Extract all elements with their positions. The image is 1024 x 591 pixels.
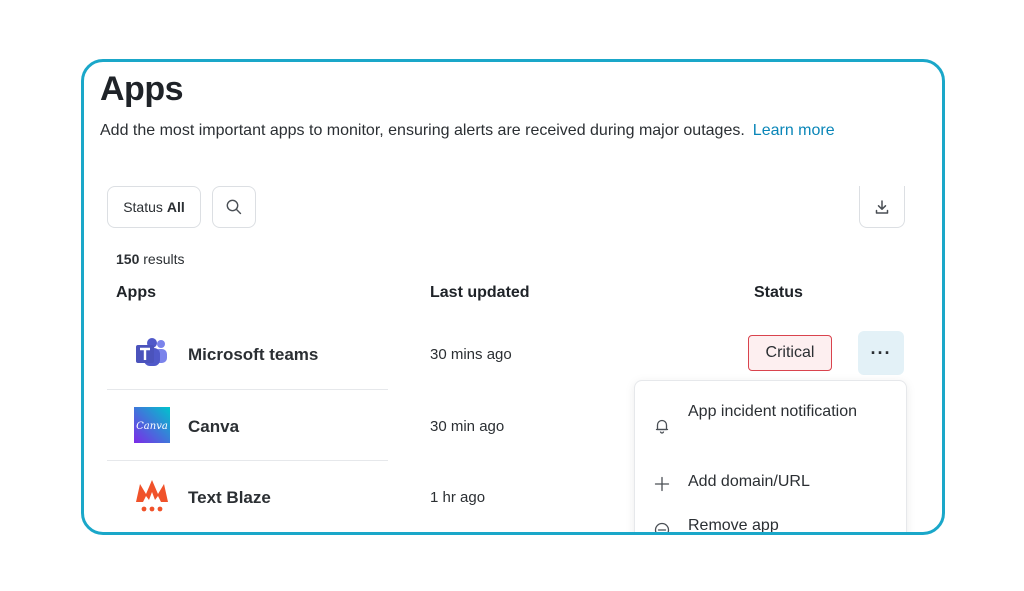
menu-item-label: Remove app <box>688 517 779 534</box>
last-updated-value: 30 min ago <box>430 418 505 435</box>
status-badge-critical: Critical <box>748 335 832 371</box>
canva-logo-icon: Canva <box>134 407 170 443</box>
plus-icon <box>654 476 670 492</box>
apps-panel: Apps Add the most important apps to moni… <box>81 59 945 535</box>
menu-item-remove-app[interactable]: Remove app <box>635 513 906 534</box>
results-number: 150 <box>116 251 140 267</box>
row-divider <box>107 460 388 461</box>
status-filter-label: Status <box>123 199 163 215</box>
download-button[interactable] <box>859 186 905 228</box>
menu-item-app-incident-notification[interactable]: App incident notification <box>635 399 906 455</box>
search-icon <box>226 199 242 215</box>
menu-item-label: App incident notification <box>688 403 857 420</box>
last-updated-value: 30 mins ago <box>430 346 512 363</box>
minus-circle-icon <box>654 522 670 532</box>
app-name[interactable]: Text Blaze <box>188 488 271 508</box>
results-count: 150 results <box>116 251 184 267</box>
column-header-status[interactable]: Status <box>754 284 803 302</box>
column-header-apps[interactable]: Apps <box>116 284 156 302</box>
menu-item-add-domain-url[interactable]: Add domain/URL <box>635 469 906 499</box>
bell-icon <box>655 419 669 434</box>
search-button[interactable] <box>212 186 256 228</box>
last-updated-value: 1 hr ago <box>430 489 486 506</box>
text-blaze-logo-icon <box>136 480 168 512</box>
menu-item-label: Add domain/URL <box>688 473 810 490</box>
page-subtitle: Add the most important apps to monitor, … <box>100 122 835 140</box>
more-icon: ··· <box>870 342 892 363</box>
row-actions-menu: App incident notification Add domain/URL… <box>634 380 907 534</box>
page-title: Apps <box>100 70 184 108</box>
row-divider <box>107 389 388 390</box>
download-icon <box>875 199 889 214</box>
subtitle-text: Add the most important apps to monitor, … <box>100 122 745 139</box>
microsoft-teams-logo-icon <box>136 338 167 366</box>
status-filter-button[interactable]: Status All <box>107 186 201 228</box>
canva-logo-text: Canva <box>136 421 168 432</box>
row-more-actions-button[interactable]: ··· <box>858 331 904 375</box>
results-label: results <box>143 251 185 267</box>
learn-more-link[interactable]: Learn more <box>753 122 835 139</box>
column-header-last-updated[interactable]: Last updated <box>430 284 530 302</box>
app-name[interactable]: Microsoft teams <box>188 345 318 365</box>
app-name[interactable]: Canva <box>188 417 239 437</box>
status-filter-value: All <box>166 199 185 215</box>
